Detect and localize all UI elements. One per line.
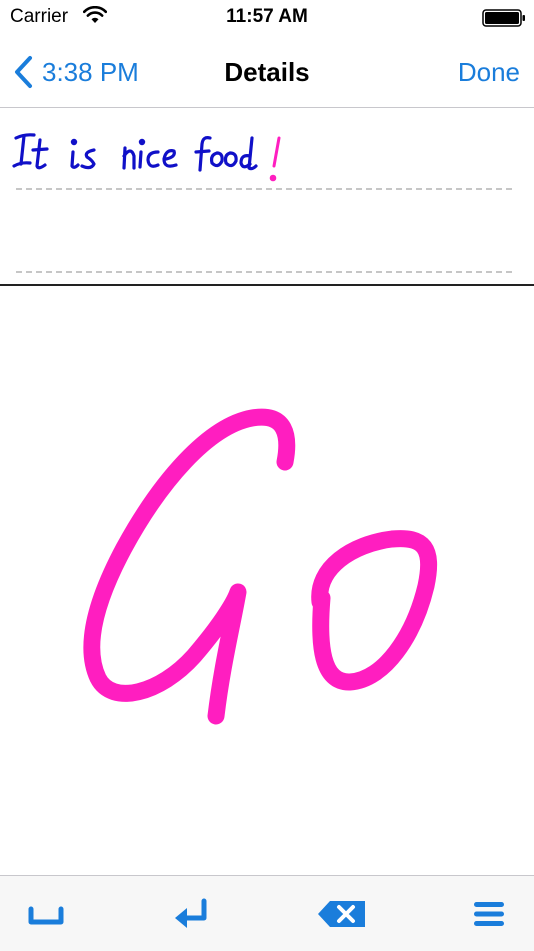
bottom-toolbar [0,875,534,951]
status-time: 11:57 AM [226,6,308,27]
battery-icon [482,9,525,27]
handwritten-strokes [83,408,438,725]
status-bar: Carrier 11:57 AM [0,0,534,36]
backspace-icon[interactable] [316,896,368,932]
navigation-bar: 3:38 PM Details Done [0,36,534,108]
page-title: Details [224,57,310,87]
handwritten-letter-o [311,530,438,691]
handwritten-letter-g [83,408,296,725]
done-button[interactable]: Done [458,57,520,88]
menu-icon[interactable] [466,896,510,932]
handwritten-note [12,133,281,182]
handwritten-note-blue-text [12,133,258,172]
space-icon[interactable] [24,896,68,932]
handwritten-note-pink-text [269,136,281,182]
drawing-canvas[interactable] [0,286,534,875]
return-icon[interactable] [170,896,214,932]
note-text-area[interactable] [0,108,534,284]
